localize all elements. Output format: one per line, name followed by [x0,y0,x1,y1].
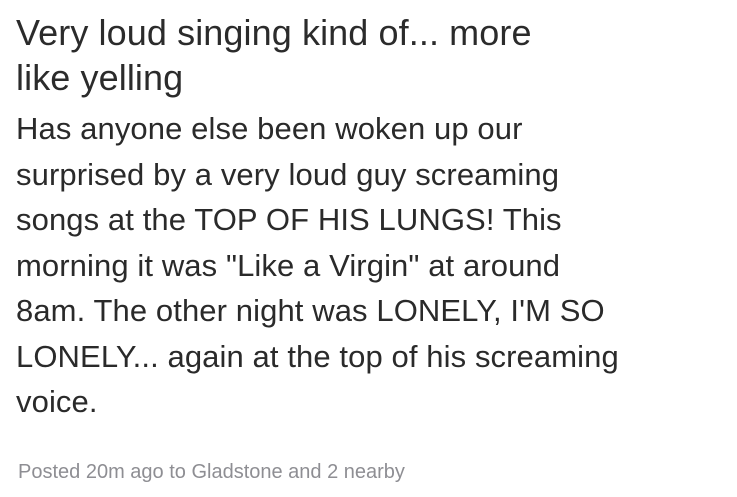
post-title-line: Very loud singing kind of... more [16,12,532,53]
post-title-line: like yelling [16,57,184,98]
post-body-line: LONELY... again at the top of his scream… [16,338,619,374]
post-body-line: voice. [16,384,98,419]
post-title: Very loud singing kind of... more like y… [16,10,728,100]
post-body-line: 8am. The other night was LONELY, I'M SO [16,293,605,328]
post-body-line: surprised by a very loud guy screaming [16,156,560,192]
post-body: Has anyone else been woken up our surpri… [16,106,728,425]
post-meta: Posted 20m ago to Gladstone and 2 nearby [18,461,405,483]
post: Very loud singing kind of... more like y… [16,10,728,425]
post-body-line: songs at the TOP OF HIS LUNGS! This [16,202,562,237]
post-body-line: morning it was "Like a Virgin" at around [16,247,561,283]
post-body-line: Has anyone else been woken up our [16,111,523,146]
